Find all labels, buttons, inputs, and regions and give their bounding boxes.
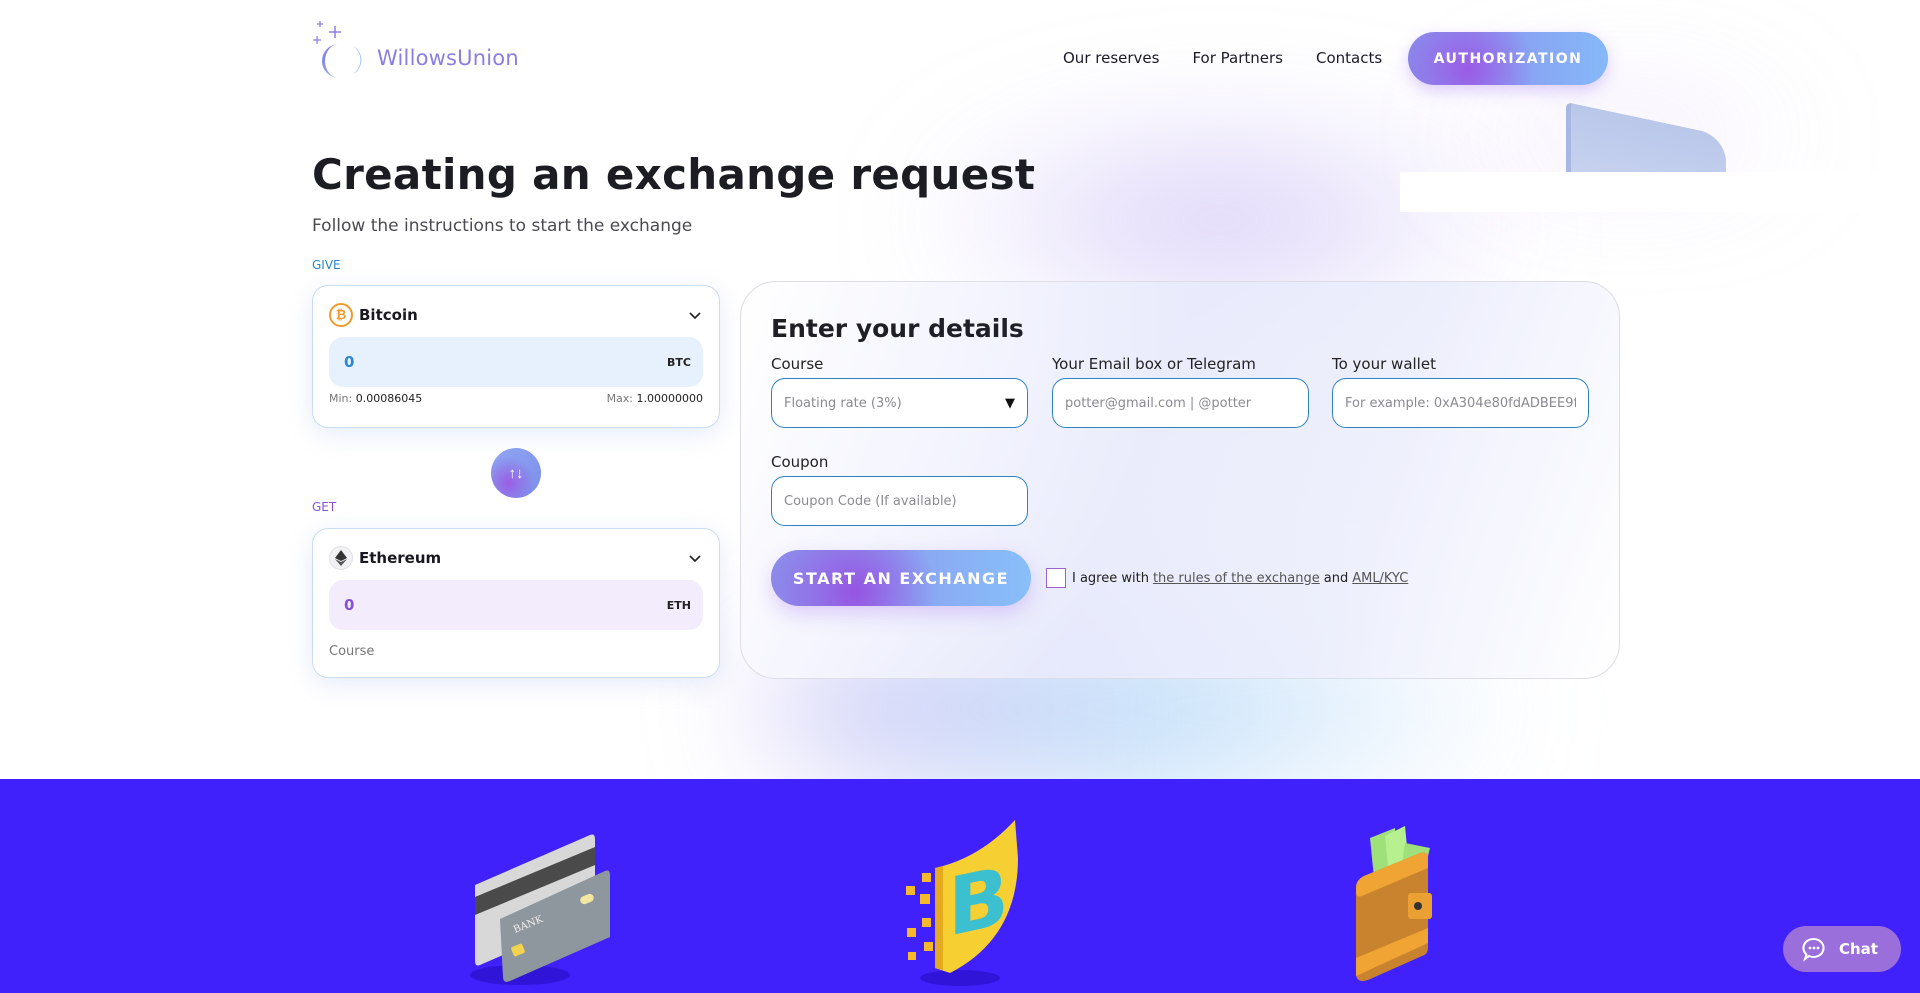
agree-and: and [1323,570,1349,586]
site-header: WillowsUnion Our reserves For Partners C… [0,0,1920,110]
wallet-label: To your wallet [1332,355,1436,373]
coupon-label: Coupon [771,453,829,471]
authorization-button[interactable]: AUTHORIZATION [1408,32,1608,85]
course-select[interactable]: Floating rate (3%) ▼ [771,378,1028,428]
nav-for-partners[interactable]: For Partners [1192,49,1283,67]
crescent-logo-icon [313,21,362,78]
main-nav: Our reserves For Partners Contacts [1063,49,1382,67]
agreement: I agree with the rules of the exchange a… [1046,568,1412,588]
start-exchange-button[interactable]: START AN EXCHANGE [771,550,1031,606]
max-label: Max: [606,392,634,405]
max-value: 1.00000000 [636,392,703,405]
page-title: Creating an exchange request [312,150,1036,199]
get-currency-name: Ethereum [359,549,442,567]
chat-label: Chat [1839,940,1878,958]
bitcoin-icon: ₿ [329,303,353,327]
wallet-illustration [1356,826,1432,982]
get-amount-input[interactable] [344,596,644,614]
chat-button[interactable]: Chat [1783,926,1901,972]
give-amount-field: BTC [329,337,703,387]
give-unit: BTC [667,355,691,369]
give-limits: Min: 0.00086045 Max: 1.00000000 [329,392,703,405]
agree-prefix: I agree with [1072,570,1149,586]
email-input[interactable] [1065,395,1296,411]
nav-contacts[interactable]: Contacts [1316,49,1382,67]
nav-our-reserves[interactable]: Our reserves [1063,49,1159,67]
decoration-mask [1400,172,1900,212]
page-subtitle: Follow the instructions to start the exc… [312,216,693,236]
course-label: Course [771,355,824,373]
wallet-input[interactable] [1345,395,1576,411]
rules-link[interactable]: the rules of the exchange [1153,571,1320,586]
svg-text:B: B [948,850,1009,956]
agree-checkbox[interactable] [1046,568,1066,588]
brand-name: WillowsUnion [377,46,519,70]
give-currency-card: ₿ Bitcoin BTC Min: 0.00086045 Max: 1.000… [312,285,720,428]
triangle-down-icon: ▼ [1005,395,1015,411]
get-amount-field: ETH [329,580,703,630]
min-limit: Min: 0.00086045 [329,392,422,405]
swap-arrows-icon: ↑↓ [508,464,524,482]
logo[interactable]: WillowsUnion [312,10,522,82]
max-limit: Max: 1.00000000 [607,392,703,405]
course-selected-value: Floating rate (3%) [784,395,902,411]
get-currency-card: Ethereum ETH Course [312,528,720,678]
get-currency-select[interactable]: Ethereum [329,545,703,571]
coupon-input[interactable] [784,493,1015,509]
aml-kyc-link[interactable]: AML/KYC [1352,571,1408,586]
give-label: GIVE [312,258,341,272]
bitcoin-shield-illustration: B [906,820,1018,986]
details-title: Enter your details [771,314,1024,343]
wallet-field: To your wallet [1332,355,1589,428]
min-value: 0.00086045 [355,392,423,405]
min-label: Min: [329,392,353,405]
coupon-field: Coupon [771,453,1028,526]
chevron-down-icon[interactable] [687,307,703,323]
chat-bubble-icon [1802,938,1825,962]
email-field: Your Email box or Telegram [1052,355,1309,428]
give-amount-input[interactable] [344,353,644,371]
ethereum-icon [329,546,353,570]
details-panel: Enter your details Course Floating rate … [740,281,1620,679]
give-currency-name: Bitcoin [359,306,418,324]
get-label: GET [312,500,337,514]
email-label: Your Email box or Telegram [1052,355,1256,373]
swap-currencies-button[interactable]: ↑↓ [491,448,541,498]
get-unit: ETH [666,598,691,612]
course-field: Course Floating rate (3%) ▼ [771,355,1028,428]
give-currency-select[interactable]: ₿ Bitcoin [329,302,703,328]
bank-cards-illustration: BANK [470,834,610,985]
chevron-down-icon[interactable] [687,550,703,566]
get-course-label: Course [329,644,375,659]
